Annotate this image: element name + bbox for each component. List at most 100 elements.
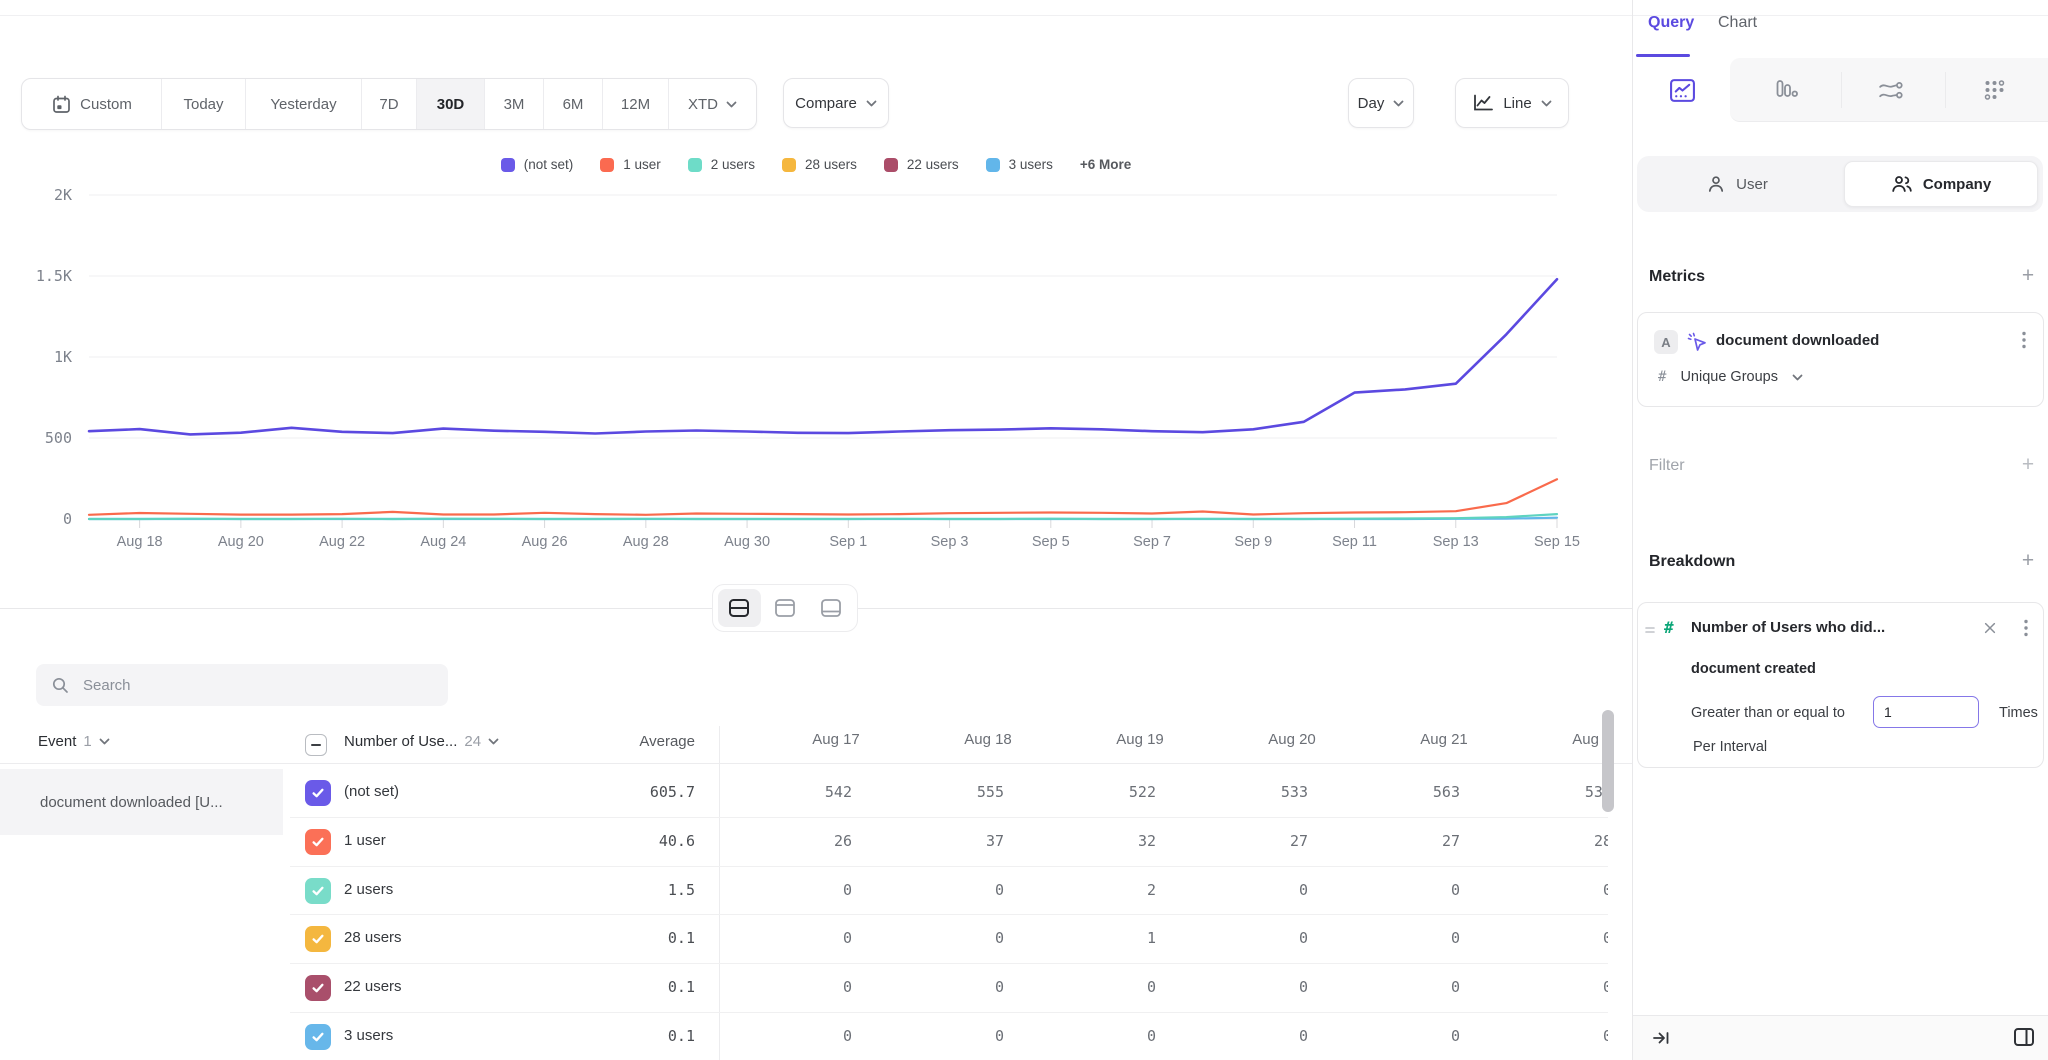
event-column-header[interactable]: Event 1 bbox=[38, 733, 110, 750]
breakdown-kebab-menu[interactable] bbox=[2019, 619, 2033, 637]
breakdown-card[interactable]: # Number of Users who did... document cr… bbox=[1637, 602, 2044, 768]
header-underline bbox=[0, 763, 1632, 764]
layout-table-only-button[interactable] bbox=[810, 589, 853, 627]
calendar-icon bbox=[51, 94, 72, 115]
range-3m[interactable]: 3M bbox=[485, 79, 544, 129]
average-cell: 0.1 bbox=[545, 929, 695, 947]
layout-chart-only-button[interactable] bbox=[764, 589, 807, 627]
value-cell: 533 bbox=[1212, 783, 1308, 801]
series-checkbox[interactable] bbox=[305, 829, 331, 855]
check-icon bbox=[310, 834, 326, 850]
chart-type-label: Line bbox=[1503, 95, 1531, 112]
metric-card[interactable]: A document downloaded # Unique Groups bbox=[1637, 312, 2044, 407]
scope-option-company[interactable]: Company bbox=[1844, 161, 2038, 207]
view-tab-line-chart[interactable] bbox=[1633, 58, 1731, 122]
granularity-button[interactable]: Day bbox=[1348, 78, 1414, 128]
value-cells: 000000 bbox=[700, 1013, 1608, 1060]
average-cell: 0.1 bbox=[545, 978, 695, 996]
metric-badge: A bbox=[1654, 330, 1678, 354]
value-cell: 2 bbox=[1060, 881, 1156, 899]
range-6m[interactable]: 6M bbox=[544, 79, 603, 129]
layout-split-button[interactable] bbox=[718, 589, 761, 627]
drag-handle-icon[interactable] bbox=[1644, 624, 1656, 636]
table-row: 28 users0.1001000 bbox=[0, 915, 1632, 964]
aggregation-selector[interactable]: # Unique Groups bbox=[1658, 369, 1803, 385]
add-filter-button[interactable]: + bbox=[2016, 453, 2040, 477]
scope-option-user[interactable]: User bbox=[1637, 156, 1837, 212]
table-scrollbar[interactable] bbox=[1602, 710, 1614, 812]
value-cell: 27 bbox=[1212, 832, 1308, 850]
y-axis-tick: 2K bbox=[54, 186, 72, 204]
range-yesterday[interactable]: Yesterday bbox=[246, 79, 362, 129]
range-label: XTD bbox=[688, 96, 718, 113]
value-cells: 002000 bbox=[700, 867, 1608, 916]
search-icon bbox=[51, 676, 69, 694]
panel-divider bbox=[1632, 0, 1633, 1060]
series-checkbox[interactable] bbox=[305, 1024, 331, 1050]
range-today[interactable]: Today bbox=[162, 79, 246, 129]
x-axis-tick: Aug 18 bbox=[117, 534, 163, 550]
series-label: 2 users bbox=[344, 881, 393, 898]
grid-dots-icon bbox=[1982, 78, 2007, 102]
range-12m[interactable]: 12M bbox=[603, 79, 669, 129]
range-30d[interactable]: 30D bbox=[417, 79, 485, 129]
value-cell: 542 bbox=[756, 783, 852, 801]
value-cell: 0 bbox=[1060, 978, 1156, 996]
tab-query[interactable]: Query bbox=[1648, 14, 1694, 32]
person-icon bbox=[1706, 174, 1726, 194]
add-breakdown-button[interactable]: + bbox=[2016, 549, 2040, 573]
chevron-down-icon bbox=[99, 738, 110, 745]
value-cell: 0 bbox=[908, 881, 1004, 899]
breakdown-value-input[interactable] bbox=[1873, 696, 1979, 728]
series-checkbox[interactable] bbox=[305, 926, 331, 952]
tab-chart[interactable]: Chart bbox=[1718, 14, 1757, 32]
split-panel-icon bbox=[2013, 1027, 2035, 1047]
compare-label: Compare bbox=[795, 95, 857, 112]
view-tab-flow[interactable] bbox=[1841, 58, 1939, 122]
series-checkbox[interactable] bbox=[305, 878, 331, 904]
event-column-label: Event bbox=[38, 733, 76, 750]
x-axis-tick: Aug 26 bbox=[522, 534, 568, 550]
range-7d[interactable]: 7D bbox=[362, 79, 417, 129]
cursor-click-icon bbox=[1686, 331, 1708, 353]
value-cell: 1 bbox=[1060, 929, 1156, 947]
date-column-header: Aug 17 bbox=[761, 731, 911, 748]
view-tab-grid[interactable] bbox=[1945, 58, 2043, 122]
select-all-checkbox[interactable] bbox=[305, 734, 327, 756]
series-checkbox[interactable] bbox=[305, 975, 331, 1001]
value-cell: 37 bbox=[908, 832, 1004, 850]
value-cell: 26 bbox=[756, 832, 852, 850]
metric-column-header[interactable]: Number of Use... 24 bbox=[344, 733, 499, 750]
metric-kebab-menu[interactable] bbox=[2017, 331, 2031, 349]
value-cell: 0 bbox=[908, 1027, 1004, 1045]
y-axis-tick: 1.5K bbox=[36, 267, 72, 285]
range-label: Today bbox=[183, 96, 223, 113]
range-xtd[interactable]: XTD bbox=[669, 79, 756, 129]
series-label: 22 users bbox=[344, 978, 402, 995]
compare-button[interactable]: Compare bbox=[783, 78, 889, 128]
scope-user-label: User bbox=[1736, 176, 1768, 193]
chart-type-button[interactable]: Line bbox=[1455, 78, 1569, 128]
range-custom[interactable]: Custom bbox=[22, 79, 162, 129]
series-checkbox[interactable] bbox=[305, 780, 331, 806]
tab-query-label: Query bbox=[1648, 14, 1694, 31]
x-axis-tick: Sep 13 bbox=[1433, 534, 1479, 550]
metrics-heading: Metrics bbox=[1649, 268, 1705, 286]
add-metric-button[interactable]: + bbox=[2016, 264, 2040, 288]
line-chart-icon bbox=[1472, 93, 1494, 113]
value-cell: 32 bbox=[1060, 832, 1156, 850]
range-label: 30D bbox=[437, 96, 465, 113]
view-tab-bar-chart[interactable] bbox=[1737, 58, 1835, 122]
x-axis-tick: Aug 28 bbox=[623, 534, 669, 550]
scope-company-label: Company bbox=[1923, 176, 1991, 193]
search-input[interactable] bbox=[81, 676, 415, 695]
line-chart[interactable]: 05001K1.5K2KAug 18Aug 20Aug 22Aug 24Aug … bbox=[0, 140, 1632, 570]
check-icon bbox=[310, 1029, 326, 1045]
event-column-count: 1 bbox=[83, 733, 91, 750]
collapse-panel-button[interactable] bbox=[1651, 1028, 1671, 1048]
toggle-side-panel-button[interactable] bbox=[2013, 1027, 2035, 1047]
value-cell: 0 bbox=[1516, 1027, 1608, 1045]
range-label: 3M bbox=[504, 96, 525, 113]
average-cell: 1.5 bbox=[545, 881, 695, 899]
breakdown-close-button[interactable] bbox=[1983, 620, 1997, 636]
